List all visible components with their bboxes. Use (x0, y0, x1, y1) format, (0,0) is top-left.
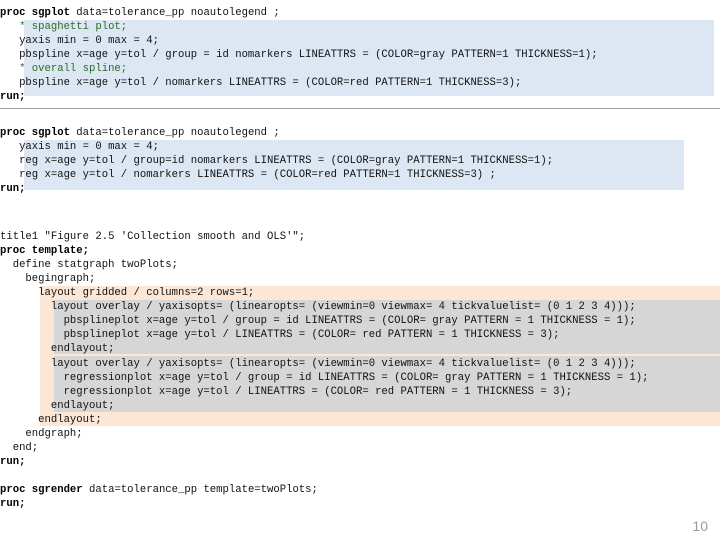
code-line: run; (0, 498, 26, 510)
code-line: pbsplineplot x=age y=tol / group = id LI… (0, 315, 636, 327)
code-line: layout gridded / columns=2 rows=1; (0, 287, 255, 299)
code-line: pbsplineplot x=age y=tol / LINEATTRS = (… (0, 329, 560, 341)
page-number: 10 (692, 518, 708, 534)
code-line: endlayout; (0, 400, 115, 412)
code-line: regressionplot x=age y=tol / group = id … (0, 372, 649, 384)
code-line: yaxis min = 0 max = 4; (0, 35, 159, 47)
code-line: define statgraph twoPlots; (0, 259, 179, 271)
code-line: * spaghetti plot; (0, 21, 128, 33)
code-line: reg x=age y=tol / group=id nomarkers LIN… (0, 155, 554, 167)
code-line: endlayout; (0, 414, 102, 426)
code-line: pbspline x=age y=tol / group = id nomark… (0, 49, 598, 61)
code-line: proc template; (0, 245, 90, 257)
divider (0, 108, 720, 109)
code-line: pbspline x=age y=tol / nomarkers LINEATT… (0, 77, 522, 89)
code-line: end; (0, 442, 39, 454)
code-line: layout overlay / yaxisopts= (linearopts=… (0, 358, 636, 370)
code-line: endlayout; (0, 343, 115, 355)
code-line: run; (0, 183, 26, 195)
code-line: proc sgplot data=tolerance_pp noautolege… (0, 127, 280, 139)
code-line: begingraph; (0, 273, 96, 285)
code-line: run; (0, 456, 26, 468)
code-line: yaxis min = 0 max = 4; (0, 141, 159, 153)
code-line: reg x=age y=tol / nomarkers LINEATTRS = … (0, 169, 496, 181)
code-line: regressionplot x=age y=tol / LINEATTRS =… (0, 386, 573, 398)
code-line: endgraph; (0, 428, 83, 440)
code-line: layout overlay / yaxisopts= (linearopts=… (0, 301, 636, 313)
code-line: title1 "Figure 2.5 'Collection smooth an… (0, 231, 306, 243)
code-line: proc sgrender data=tolerance_pp template… (0, 484, 318, 496)
code-line: * overall spline; (0, 63, 128, 75)
code-line: proc sgplot data=tolerance_pp noautolege… (0, 7, 280, 19)
code-line: run; (0, 91, 26, 103)
